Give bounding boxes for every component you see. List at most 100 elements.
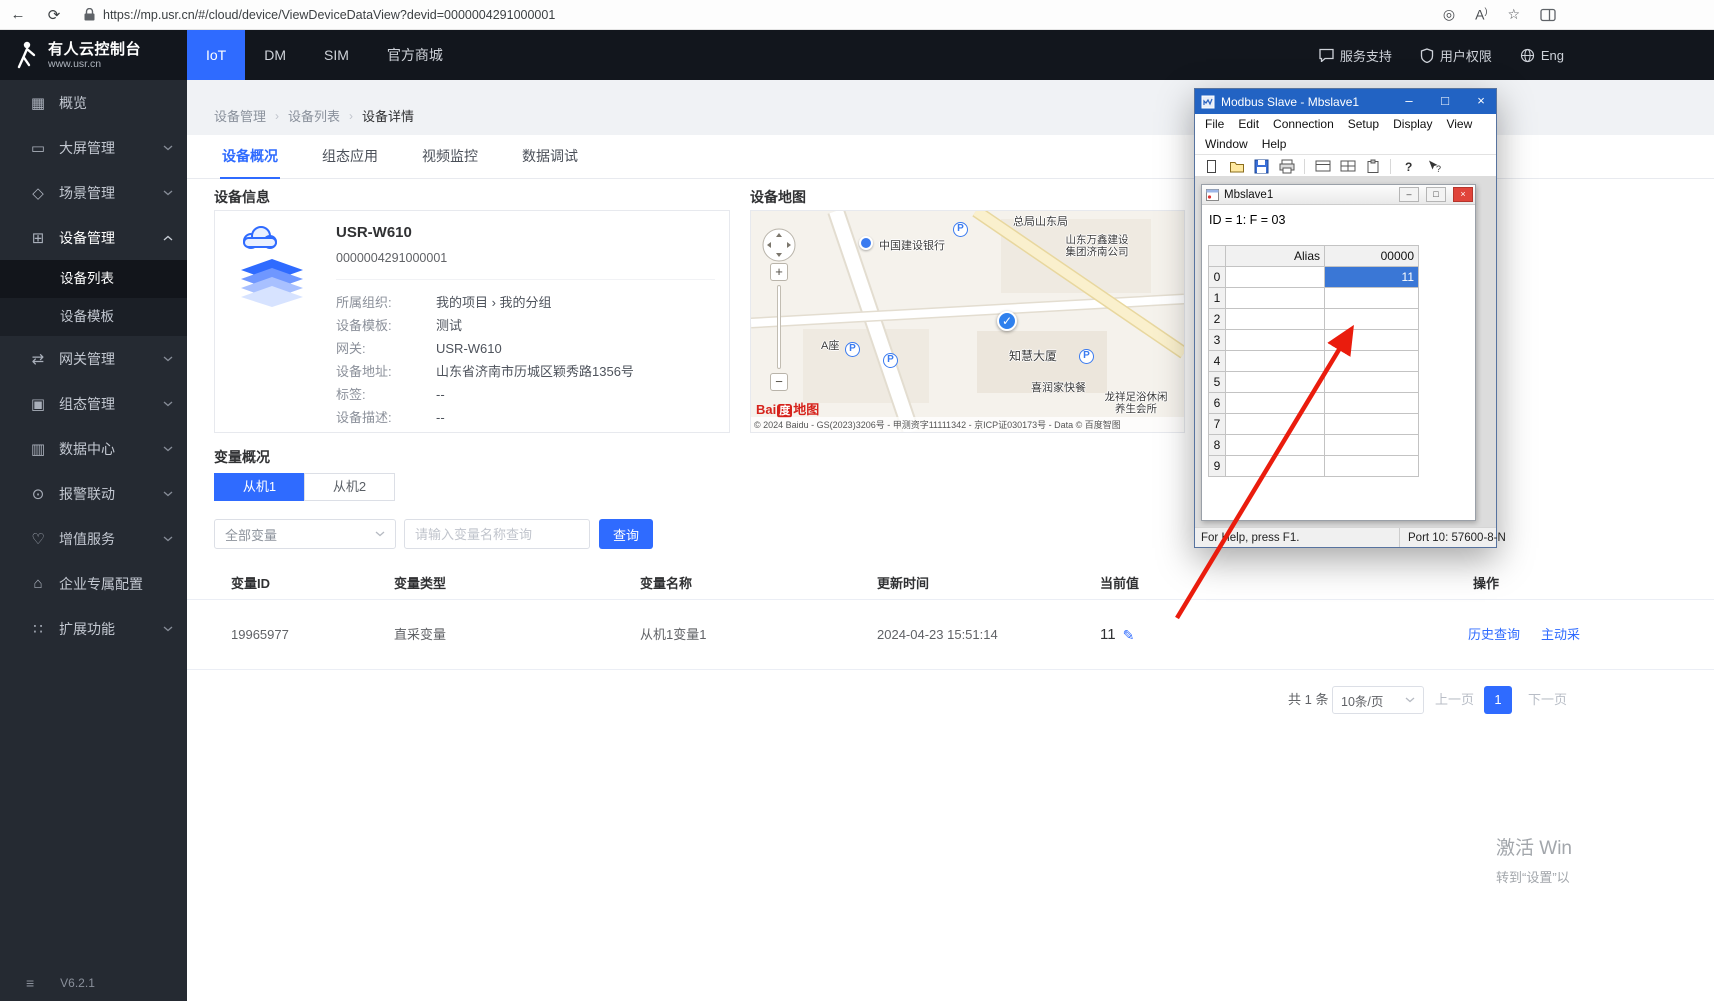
nav-tab-iot[interactable]: IoT — [187, 30, 246, 80]
alias-cell[interactable] — [1225, 371, 1325, 393]
modbus-titlebar[interactable]: Modbus Slave - Mbslave1 – □ × — [1195, 89, 1496, 114]
value-cell[interactable] — [1324, 434, 1419, 456]
zoom-in-button[interactable]: + — [770, 263, 788, 281]
menu-setup[interactable]: Setup — [1341, 115, 1386, 133]
back-icon[interactable]: ← — [0, 6, 36, 23]
variable-type-select[interactable]: 全部变量 — [214, 519, 396, 549]
value-cell[interactable] — [1324, 329, 1419, 351]
doc-restore-button[interactable]: □ — [1426, 187, 1446, 202]
modbus-slave-window[interactable]: Modbus Slave - Mbslave1 – □ × File Edit … — [1194, 88, 1506, 548]
minimize-button[interactable]: – — [1394, 89, 1424, 114]
zoom-out-button[interactable]: − — [770, 373, 788, 391]
tab-config-app[interactable]: 组态应用 — [300, 135, 400, 178]
web-capture-icon[interactable]: ◎ — [1443, 6, 1455, 23]
refresh-icon[interactable]: ⟳ — [36, 6, 72, 24]
address-bar[interactable]: https://mp.usr.cn/#/cloud/device/ViewDev… — [84, 8, 1443, 22]
alias-cell[interactable] — [1225, 266, 1325, 288]
alias-cell[interactable] — [1225, 392, 1325, 414]
sidebar-item-device-list[interactable]: 设备列表 — [0, 260, 187, 298]
modbus-register-grid[interactable]: Alias 00000 0 11 1 2 3 4 5 6 7 8 9 — [1208, 245, 1419, 477]
split-screen-icon[interactable] — [1540, 8, 1556, 22]
read-aloud-icon[interactable]: A) — [1475, 6, 1487, 23]
sidebar-item-value-added[interactable]: ♡ 增值服务 — [0, 516, 187, 561]
page-number-1[interactable]: 1 — [1484, 686, 1512, 714]
document-titlebar[interactable]: Mbslave1 – □ × — [1202, 185, 1475, 205]
variable-search-input[interactable] — [404, 519, 590, 549]
menu-display[interactable]: Display — [1386, 115, 1439, 133]
value-cell[interactable] — [1324, 455, 1419, 477]
sidebar-item-device-template[interactable]: 设备模板 — [0, 298, 187, 336]
support-link[interactable]: 服务支持 — [1319, 46, 1392, 65]
menu-connection[interactable]: Connection — [1266, 115, 1341, 133]
nav-tab-mall[interactable]: 官方商城 — [368, 30, 462, 80]
history-query-link[interactable]: 历史查询 — [1468, 600, 1520, 670]
menu-view[interactable]: View — [1439, 115, 1479, 133]
sidebar-item-config-mgmt[interactable]: ▣ 组态管理 — [0, 381, 187, 426]
alias-cell[interactable] — [1225, 329, 1325, 351]
sidebar-item-alarm-linkage[interactable]: ⊙ 报警联动 — [0, 471, 187, 516]
new-file-icon[interactable] — [1201, 157, 1222, 176]
alias-cell[interactable] — [1225, 455, 1325, 477]
menu-help[interactable]: Help — [1255, 135, 1294, 153]
query-button[interactable]: 查询 — [599, 519, 653, 549]
sidebar-item-scene-mgmt[interactable]: ◇ 场景管理 — [0, 170, 187, 215]
favorites-star-icon[interactable]: ☆ — [1507, 6, 1520, 23]
menu-window[interactable]: Window — [1198, 135, 1255, 153]
value-cell[interactable] — [1324, 350, 1419, 372]
device-location-marker-icon[interactable]: ✓ — [997, 311, 1017, 331]
doc-minimize-button[interactable]: – — [1399, 187, 1419, 202]
value-cell-selected[interactable]: 11 — [1324, 266, 1419, 288]
sidebar-item-extensions[interactable]: ∷ 扩展功能 — [0, 606, 187, 651]
mbslave-document-window[interactable]: Mbslave1 – □ × ID = 1: F = 03 Alias 0000… — [1201, 184, 1476, 521]
menu-file[interactable]: File — [1198, 115, 1231, 133]
sidebar-item-data-center[interactable]: ▥ 数据中心 — [0, 426, 187, 471]
sidebar-item-overview[interactable]: ▦ 概览 — [0, 80, 187, 125]
tab-data-debug[interactable]: 数据调试 — [500, 135, 600, 178]
maximize-button[interactable]: □ — [1430, 89, 1460, 114]
sidebar-item-device-mgmt[interactable]: ⊞ 设备管理 — [0, 215, 187, 260]
page-size-select[interactable]: 10条/页 — [1332, 686, 1424, 714]
close-button[interactable]: × — [1466, 89, 1496, 114]
save-icon[interactable] — [1251, 157, 1272, 176]
active-collect-link[interactable]: 主动采 — [1541, 600, 1580, 670]
device-map[interactable]: 总局山东局 中国建设银行 P 山东万鑫建设 集团济南公司 A座 P P ✓ 知慧大… — [750, 210, 1185, 433]
nav-tab-dm[interactable]: DM — [245, 30, 305, 80]
sidebar-item-gateway-mgmt[interactable]: ⇄ 网关管理 — [0, 336, 187, 381]
value-cell[interactable] — [1324, 413, 1419, 435]
tab-device-overview[interactable]: 设备概况 — [200, 135, 300, 179]
nav-tab-sim[interactable]: SIM — [305, 30, 368, 80]
zoom-slider[interactable] — [777, 285, 781, 369]
open-file-icon[interactable] — [1226, 157, 1247, 176]
alias-cell[interactable] — [1225, 413, 1325, 435]
value-cell[interactable] — [1324, 287, 1419, 309]
help-icon[interactable]: ? — [1398, 157, 1419, 176]
tab-slave-1[interactable]: 从机1 — [214, 473, 305, 501]
breadcrumb-device-mgmt[interactable]: 设备管理 — [214, 106, 266, 125]
usr-logo[interactable]: 有人云控制台 www.usr.cn — [0, 30, 187, 80]
print-icon[interactable] — [1276, 157, 1297, 176]
alias-cell[interactable] — [1225, 434, 1325, 456]
next-page-button[interactable]: 下一页 — [1528, 686, 1567, 714]
context-help-icon[interactable]: ? — [1423, 157, 1444, 176]
sidebar-item-screen-mgmt[interactable]: ▭ 大屏管理 — [0, 125, 187, 170]
value-cell[interactable] — [1324, 308, 1419, 330]
edit-value-icon[interactable]: ✎ — [1123, 600, 1135, 670]
alias-cell[interactable] — [1225, 308, 1325, 330]
value-cell[interactable] — [1324, 392, 1419, 414]
breadcrumb-device-list[interactable]: 设备列表 — [288, 106, 340, 125]
map-pan-control[interactable] — [761, 227, 797, 263]
collapse-sidebar-icon[interactable]: ≡ — [26, 975, 34, 991]
sidebar-item-enterprise-config[interactable]: ⌂ 企业专属配置 — [0, 561, 187, 606]
prev-page-button[interactable]: 上一页 — [1435, 686, 1474, 714]
value-cell[interactable] — [1324, 371, 1419, 393]
language-switch[interactable]: Eng — [1520, 48, 1564, 63]
alias-cell[interactable] — [1225, 350, 1325, 372]
display-mode-icon[interactable] — [1312, 157, 1333, 176]
grid-view-icon[interactable] — [1337, 157, 1358, 176]
tab-video-monitor[interactable]: 视频监控 — [400, 135, 500, 178]
permissions-link[interactable]: 用户权限 — [1420, 46, 1492, 65]
doc-close-button[interactable]: × — [1453, 187, 1473, 202]
clipboard-icon[interactable] — [1362, 157, 1383, 176]
tab-slave-2[interactable]: 从机2 — [304, 473, 395, 501]
menu-edit[interactable]: Edit — [1231, 115, 1266, 133]
